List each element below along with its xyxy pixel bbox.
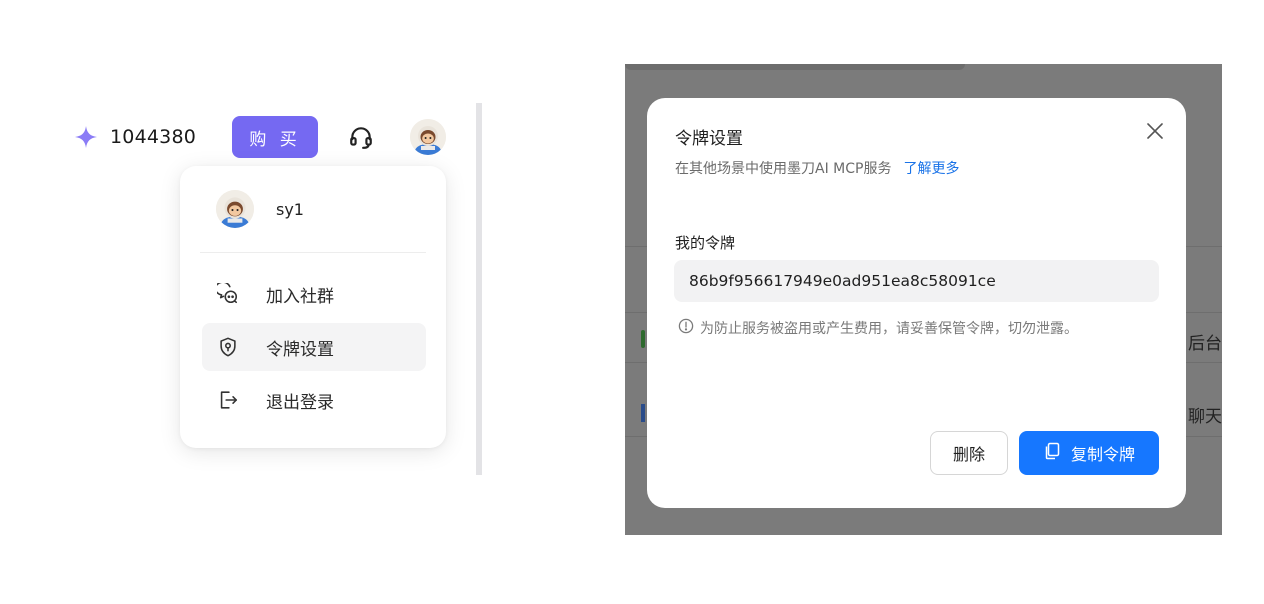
warning-text: 为防止服务被盗用或产生费用，请妥善保管令牌，切勿泄露。 xyxy=(700,321,1078,337)
shield-icon xyxy=(216,335,240,359)
token-warning: 为防止服务被盗用或产生费用，请妥善保管令牌，切勿泄露。 xyxy=(678,318,1078,338)
subtitle-text: 在其他场景中使用墨刀AI MCP服务 xyxy=(675,161,892,177)
background-text-blurred xyxy=(625,64,965,70)
logout-icon xyxy=(216,388,240,412)
menu-item-label: 加入社群 xyxy=(266,286,334,307)
menu-item-label: 退出登录 xyxy=(266,392,334,413)
dialog-title: 令牌设置 xyxy=(675,129,743,149)
token-label: 我的令牌 xyxy=(675,234,736,252)
credit-count: 1044380 xyxy=(110,126,197,148)
copy-icon xyxy=(1043,442,1061,464)
user-profile: sy1 xyxy=(216,190,304,228)
menu-item-join-community[interactable]: 加入社群 xyxy=(202,270,426,318)
token-settings-dialog: 令牌设置 在其他场景中使用墨刀AI MCP服务 了解更多 我的令牌 为防止服务被… xyxy=(647,98,1186,508)
background-status-dot xyxy=(641,330,645,348)
top-bar: 1044380 购 买 xyxy=(74,114,447,160)
scrollbar[interactable] xyxy=(476,103,482,475)
copy-button-label: 复制令牌 xyxy=(1070,445,1135,464)
background-checkbox xyxy=(641,404,645,422)
learn-more-link[interactable]: 了解更多 xyxy=(903,158,959,178)
token-field[interactable] xyxy=(674,260,1159,302)
menu-divider xyxy=(200,252,426,253)
avatar xyxy=(216,190,254,228)
close-icon[interactable] xyxy=(1146,122,1164,144)
buy-button[interactable]: 购 买 xyxy=(232,116,319,158)
info-icon xyxy=(678,318,694,338)
menu-item-logout[interactable]: 退出登录 xyxy=(202,376,426,424)
avatar[interactable] xyxy=(410,119,447,155)
menu-item-token-settings[interactable]: 令牌设置 xyxy=(202,323,426,371)
sparkle-icon xyxy=(74,125,98,149)
chat-bubbles-icon xyxy=(216,282,240,306)
background-row-text: 聊天 xyxy=(1188,407,1222,427)
user-menu: sy1 加入社群 令牌设置 退出登录 xyxy=(180,166,446,448)
headset-icon[interactable] xyxy=(348,124,374,150)
credits-display: 1044380 xyxy=(74,125,196,149)
dialog-subtitle: 在其他场景中使用墨刀AI MCP服务 了解更多 xyxy=(675,158,959,178)
menu-item-label: 令牌设置 xyxy=(266,339,334,360)
copy-token-button[interactable]: 复制令牌 xyxy=(1019,431,1159,475)
username: sy1 xyxy=(276,199,304,219)
delete-button[interactable]: 删除 xyxy=(930,431,1008,475)
background-row-text: 后台 xyxy=(1188,334,1222,354)
